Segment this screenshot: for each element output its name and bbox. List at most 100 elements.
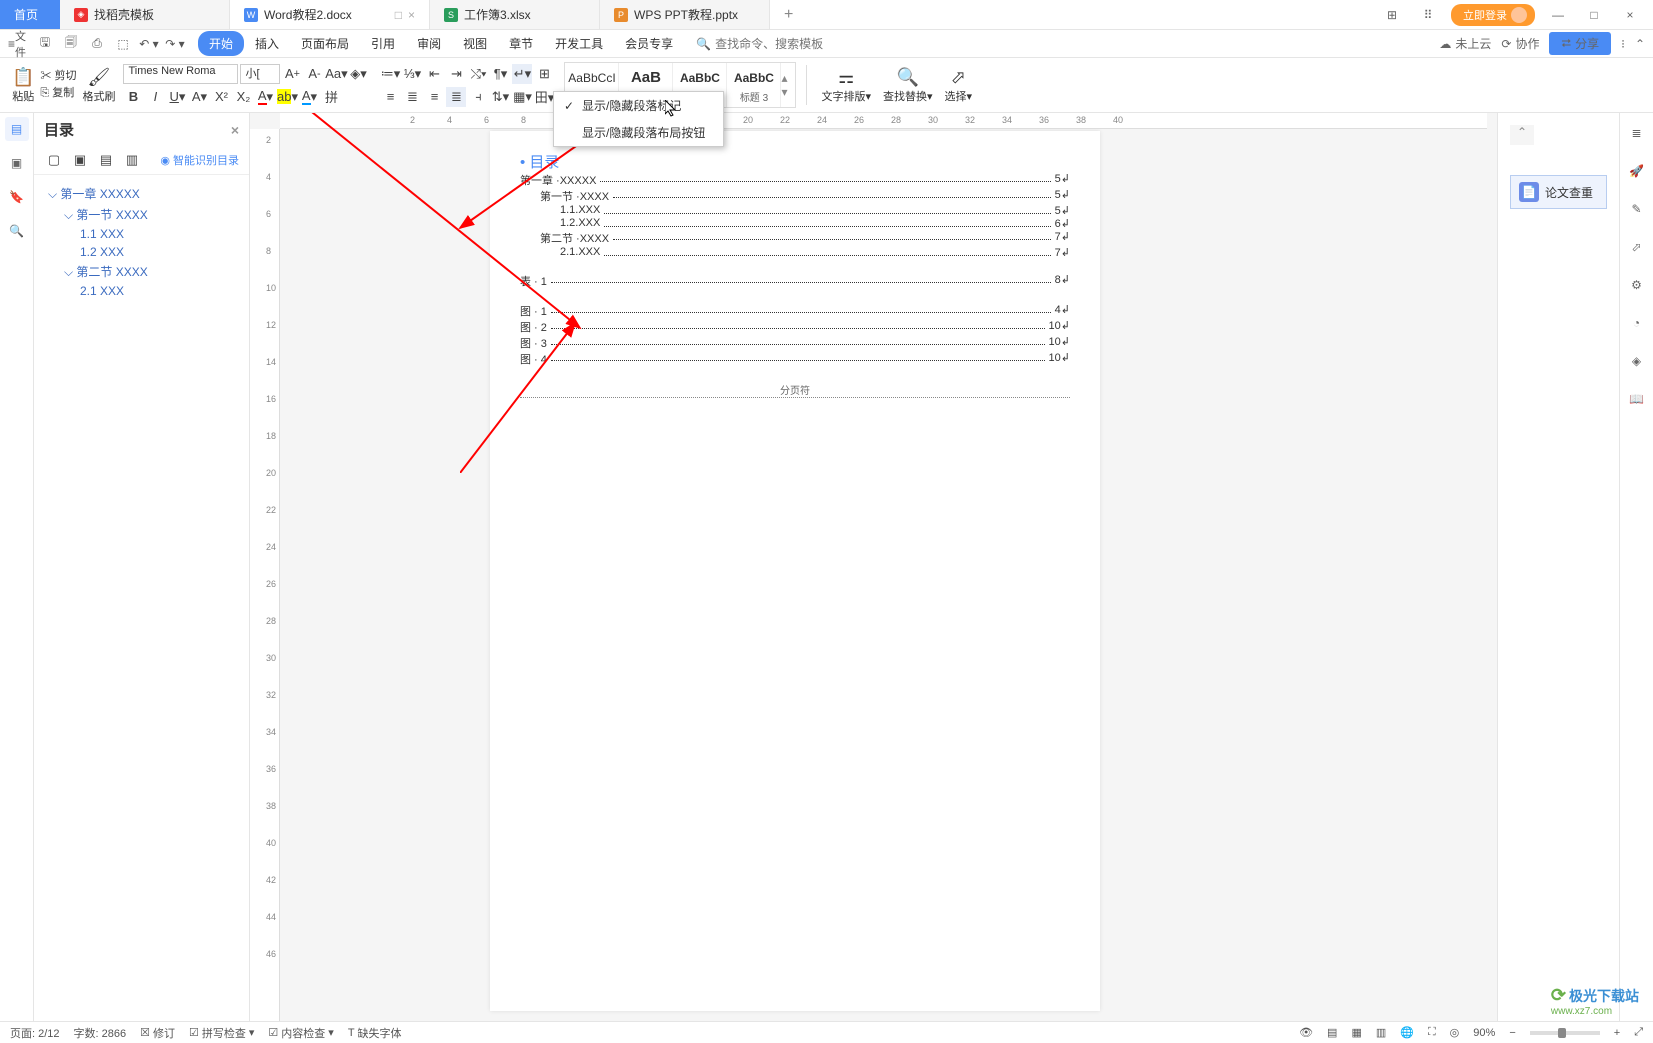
table-borders[interactable]: 田▾: [534, 87, 554, 107]
cloud-status[interactable]: ☁未上云: [1439, 35, 1491, 52]
borders[interactable]: ⊞: [534, 64, 554, 84]
outline-tool1[interactable]: ▢: [44, 150, 64, 170]
bullets[interactable]: ≔▾: [380, 64, 400, 84]
menu-insert[interactable]: 插入: [244, 31, 290, 56]
format-painter[interactable]: 🖌格式刷: [78, 67, 119, 104]
save-icon[interactable]: 🖫: [34, 33, 56, 55]
show-marks[interactable]: ↵▾: [512, 64, 532, 84]
font-color[interactable]: A▾: [255, 87, 275, 107]
fit-width[interactable]: ⛶: [1428, 1026, 1436, 1039]
apps-icon[interactable]: ⠿: [1415, 5, 1441, 25]
preview-icon[interactable]: ⬚: [112, 33, 134, 55]
status-font[interactable]: T 缺失字体: [348, 1025, 402, 1041]
find-replace[interactable]: 🔍查找替换▾: [879, 58, 937, 112]
redo-icon[interactable]: ↷ ▾: [164, 33, 186, 55]
menu-view[interactable]: 视图: [452, 31, 498, 56]
tab-home[interactable]: 首页: [0, 0, 60, 29]
view-read[interactable]: 🌐: [1400, 1026, 1414, 1039]
status-page[interactable]: 页面: 2/12: [10, 1025, 60, 1041]
status-eye-icon[interactable]: 👁: [1299, 1026, 1313, 1039]
align-left[interactable]: ≡: [380, 87, 400, 107]
menu-review[interactable]: 审阅: [406, 31, 452, 56]
font-size-select[interactable]: 小[: [240, 64, 280, 84]
undo-icon[interactable]: ↶ ▾: [138, 33, 160, 55]
status-spell[interactable]: ☑ 拼写检查 ▾: [189, 1025, 254, 1041]
indent-dec[interactable]: ⇤: [424, 64, 444, 84]
underline-button[interactable]: U▾: [167, 87, 187, 107]
view-outline[interactable]: ▦: [1351, 1026, 1361, 1039]
zoom-out[interactable]: −: [1509, 1027, 1515, 1039]
tab-templates[interactable]: ◈ 找稻壳模板: [60, 0, 230, 29]
menu-reference[interactable]: 引用: [360, 31, 406, 56]
thumbnails-rail[interactable]: ▣: [5, 151, 29, 175]
shading[interactable]: ▦▾: [512, 87, 532, 107]
distribute[interactable]: ⫞: [468, 87, 488, 107]
view-page[interactable]: ▤: [1327, 1026, 1337, 1039]
saveas-icon[interactable]: 🗐: [60, 33, 82, 55]
share-button[interactable]: ⮂ 分享: [1549, 32, 1611, 55]
search-input[interactable]: [715, 37, 835, 51]
status-content[interactable]: ☑ 内容检查 ▾: [268, 1025, 333, 1041]
font-color2[interactable]: A▾: [299, 87, 319, 107]
rrail-book-icon[interactable]: 📖: [1625, 387, 1649, 411]
collab-button[interactable]: ⟳协作: [1501, 35, 1539, 52]
menu-layout[interactable]: 页面布局: [290, 31, 360, 56]
outline-item[interactable]: ⌵ 第一节 XXXX: [44, 204, 239, 225]
document-page[interactable]: • 目录 第一章 ·XXXXX5↲第一节 ·XXXX5↲1.1.XXX5↲1.2…: [490, 131, 1100, 1011]
rrail-diamond-icon[interactable]: ◈: [1625, 349, 1649, 373]
superscript[interactable]: X²: [211, 87, 231, 107]
paste-button[interactable]: 📋粘贴: [8, 67, 38, 104]
tab-word-doc[interactable]: W Word教程2.docx □ ×: [230, 0, 430, 29]
menu-section[interactable]: 章节: [498, 31, 544, 56]
font-family-select[interactable]: Times New Roma: [123, 64, 238, 84]
menu-devtools[interactable]: 开发工具: [544, 31, 614, 56]
file-menu[interactable]: ≡ 文件: [8, 33, 30, 55]
rrail-select-icon[interactable]: ⬀: [1625, 235, 1649, 259]
clear-format[interactable]: ◈▾: [348, 64, 368, 84]
search-rail[interactable]: 🔍: [5, 219, 29, 243]
rrail-globe-icon[interactable]: ◔: [1625, 311, 1649, 335]
tab-icon[interactable]: ¶▾: [490, 64, 510, 84]
italic-button[interactable]: I: [145, 87, 165, 107]
tab-add[interactable]: +: [770, 0, 830, 29]
status-words[interactable]: 字数: 2866: [74, 1025, 127, 1041]
outline-item[interactable]: 1.1 XXX: [44, 225, 239, 243]
rrail-rocket-icon[interactable]: 🚀: [1625, 159, 1649, 183]
tab-excel-doc[interactable]: S 工作簿3.xlsx: [430, 0, 600, 29]
maximize-button[interactable]: □: [1581, 5, 1607, 25]
decrease-font[interactable]: A-: [304, 64, 324, 84]
bold-button[interactable]: B: [123, 87, 143, 107]
toggle-para-marks[interactable]: ✓显示/隐藏段落标记: [554, 92, 723, 119]
outline-tool2[interactable]: ▣: [70, 150, 90, 170]
menu-start[interactable]: 开始: [198, 31, 244, 56]
login-button[interactable]: 立即登录: [1451, 4, 1535, 26]
highlight[interactable]: ab▾: [277, 87, 297, 107]
minimize-button[interactable]: —: [1545, 5, 1571, 25]
phonetic[interactable]: 拼: [321, 87, 341, 107]
zoom-target[interactable]: ◎: [1450, 1026, 1460, 1039]
view-web[interactable]: ▥: [1376, 1026, 1386, 1039]
rrail-pen-icon[interactable]: ✎: [1625, 197, 1649, 221]
tile-icon[interactable]: ⊞: [1379, 5, 1405, 25]
outline-item[interactable]: ⌵ 第一章 XXXXX: [44, 183, 239, 204]
outline-item[interactable]: 1.2 XXX: [44, 243, 239, 261]
line-spacing[interactable]: ⇅▾: [490, 87, 510, 107]
rrail-settings-icon[interactable]: ⚙: [1625, 273, 1649, 297]
command-search[interactable]: 🔍: [696, 37, 835, 51]
align-center[interactable]: ≣: [402, 87, 422, 107]
align-right[interactable]: ≡: [424, 87, 444, 107]
numbering[interactable]: ⅓▾: [402, 64, 422, 84]
outline-rail[interactable]: ▤: [5, 117, 29, 141]
change-case[interactable]: Aa▾: [326, 64, 346, 84]
outline-item[interactable]: ⌵ 第二节 XXXX: [44, 261, 239, 282]
menu-member[interactable]: 会员专享: [614, 31, 684, 56]
outline-close[interactable]: ×: [231, 122, 239, 138]
select-tool[interactable]: ⬀选择▾: [941, 58, 977, 112]
more-menu[interactable]: ⁝: [1621, 37, 1625, 51]
zoom-in[interactable]: +: [1614, 1027, 1620, 1039]
fullscreen[interactable]: ⤢: [1634, 1026, 1643, 1039]
copy-button[interactable]: ⎘ 复制: [40, 84, 76, 100]
zoom-level[interactable]: 90%: [1473, 1027, 1495, 1039]
subscript[interactable]: X₂: [233, 87, 253, 107]
close-button[interactable]: ×: [1617, 5, 1643, 25]
